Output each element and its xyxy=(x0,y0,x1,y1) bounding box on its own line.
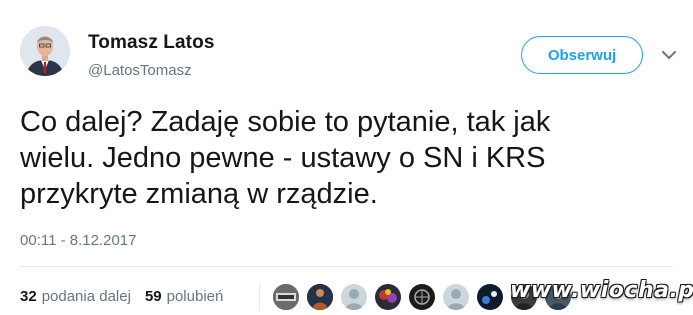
author-name[interactable]: Tomasz Latos xyxy=(88,32,214,54)
tweet-card: Tomasz Latos @LatosTomasz Obserwuj Co da… xyxy=(0,0,693,315)
follow-button[interactable]: Obserwuj xyxy=(521,36,643,74)
liker-avatar[interactable] xyxy=(306,283,334,311)
liker-avatar[interactable] xyxy=(408,283,436,311)
chevron-down-icon[interactable] xyxy=(658,44,680,66)
liker-avatar[interactable] xyxy=(442,283,470,311)
liker-avatar[interactable] xyxy=(374,283,402,311)
stats-divider xyxy=(259,283,260,311)
liker-avatar[interactable] xyxy=(272,283,300,311)
liker-avatar[interactable] xyxy=(340,283,368,311)
author-avatar[interactable] xyxy=(20,26,70,76)
liker-avatar[interactable] xyxy=(476,283,504,311)
retweet-count-value: 32 xyxy=(20,288,37,305)
watermark: www.wiocha.pl xyxy=(510,278,693,303)
tweet-stats: 32 podania dalej 59 polubień xyxy=(20,288,223,305)
like-count[interactable]: 59 polubień xyxy=(145,288,223,305)
tweet-text: Co dalej? Zadaję sobie to pytanie, tak j… xyxy=(20,106,551,210)
retweet-count-label: podania dalej xyxy=(41,288,131,305)
retweet-count[interactable]: 32 podania dalej xyxy=(20,288,131,305)
divider xyxy=(20,266,673,267)
author-handle[interactable]: @LatosTomasz xyxy=(88,62,192,79)
like-count-value: 59 xyxy=(144,288,162,305)
like-count-label: polubień xyxy=(166,288,224,305)
tweet-timestamp[interactable]: 00:11 - 8.12.2017 xyxy=(20,232,136,249)
